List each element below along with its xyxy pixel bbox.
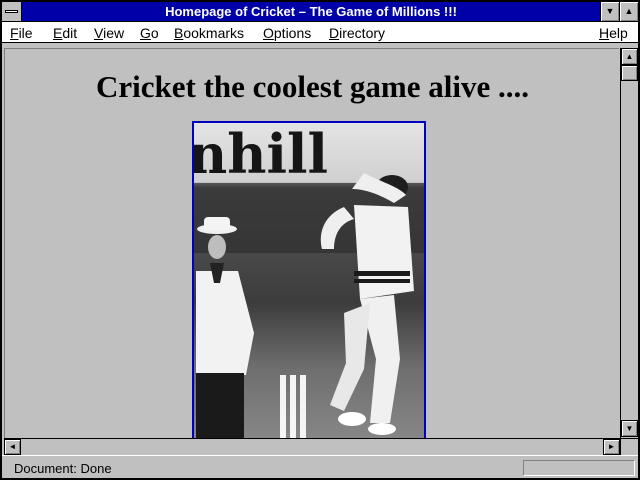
cricket-photo-drawing: nhill xyxy=(194,123,424,438)
cricket-photo: nhill xyxy=(192,121,426,438)
maximize-button[interactable]: ▲ xyxy=(619,2,638,21)
scroll-right-button[interactable]: ► xyxy=(603,439,620,455)
scroll-left-button[interactable]: ◄ xyxy=(4,439,21,455)
scroll-up-button[interactable]: ▲ xyxy=(621,48,638,65)
system-menu-button[interactable] xyxy=(2,2,22,21)
status-bar: Document: Done xyxy=(2,455,638,478)
page-content[interactable]: Cricket the coolest game alive .... nhil… xyxy=(4,48,619,438)
scrollbar-corner xyxy=(620,438,638,455)
menu-directory[interactable]: Directory xyxy=(329,25,385,41)
photo-sign-text: nhill xyxy=(194,123,328,186)
menu-bar: File Edit View Go Bookmarks Options Dire… xyxy=(2,22,638,43)
stumps xyxy=(280,375,306,438)
progress-indicator xyxy=(523,460,635,476)
menu-go[interactable]: Go xyxy=(140,25,159,41)
vertical-scroll-thumb[interactable] xyxy=(621,65,638,81)
menu-view[interactable]: View xyxy=(94,25,124,41)
menu-edit[interactable]: Edit xyxy=(53,25,77,41)
horizontal-scrollbar[interactable]: ◄ ► xyxy=(4,438,620,455)
browser-window: Homepage of Cricket – The Game of Millio… xyxy=(0,0,640,480)
menu-help[interactable]: Help xyxy=(599,25,628,41)
menu-options[interactable]: Options xyxy=(263,25,311,41)
minimize-button[interactable]: ▼ xyxy=(600,2,619,21)
system-menu-icon xyxy=(5,10,18,13)
status-text: Document: Done xyxy=(14,461,112,476)
menu-bookmarks[interactable]: Bookmarks xyxy=(174,25,244,41)
scroll-down-button[interactable]: ▼ xyxy=(621,420,638,437)
title-bar[interactable]: Homepage of Cricket – The Game of Millio… xyxy=(2,2,638,22)
vertical-scrollbar[interactable]: ▲ ▼ xyxy=(620,48,638,438)
page-heading: Cricket the coolest game alive .... xyxy=(95,69,529,104)
window-title: Homepage of Cricket – The Game of Millio… xyxy=(165,4,457,19)
menu-file[interactable]: File xyxy=(10,25,33,41)
